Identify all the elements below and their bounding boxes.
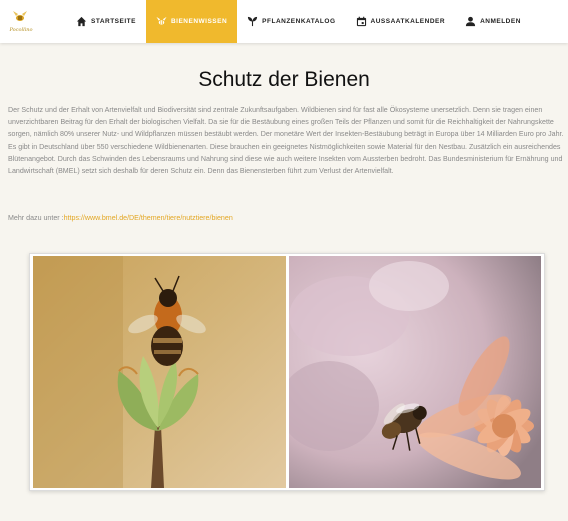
nav-item-pflanzenkatalog[interactable]: Pflanzenkatalog (237, 0, 345, 43)
bee-logo-icon (13, 11, 27, 21)
nav-label-anmelden: Anmelden (480, 18, 521, 25)
nav-label-startseite: Startseite (91, 18, 136, 25)
nav-label-aussaatkalender: Aussaatkalender (370, 18, 446, 25)
main-nav: Startseite Bienenwissen Pflanzenkatalog (66, 0, 531, 43)
top-navigation-bar: Pocollino Startseite Bienenwissen Pflanz… (0, 0, 568, 43)
bee-on-flower-illustration (289, 256, 541, 488)
nav-item-aussaatkalender[interactable]: Aussaatkalender (346, 0, 456, 43)
brand-logo[interactable]: Pocollino (8, 8, 33, 36)
bmel-link[interactable]: https://www.bmel.de/DE/themen/tiere/nutz… (64, 214, 233, 222)
bee-icon (156, 16, 167, 25)
calendar-icon (356, 16, 366, 27)
more-info-label: Mehr dazu unter : (8, 214, 64, 222)
bee-on-bud-photo (33, 256, 286, 488)
more-info-line: Mehr dazu unter :https://www.bmel.de/DE/… (8, 214, 233, 222)
nav-label-bienenwissen: Bienenwissen (170, 18, 228, 25)
plant-icon (248, 16, 258, 27)
brand-logo-text: Pocollino (9, 27, 33, 33)
bee-image-gallery (29, 253, 545, 491)
bee-on-bud-illustration (33, 256, 286, 488)
intro-paragraph: Der Schutz und der Erhalt von Artenvielf… (8, 106, 564, 176)
nav-item-anmelden[interactable]: Anmelden (455, 0, 531, 43)
nav-label-pflanzenkatalog: Pflanzenkatalog (262, 18, 336, 25)
home-icon (76, 16, 87, 27)
nav-item-startseite[interactable]: Startseite (66, 0, 146, 43)
nav-item-bienenwissen[interactable]: Bienenwissen (145, 0, 238, 43)
bee-on-flower-photo (289, 256, 541, 488)
page-title: Schutz der Bienen (198, 68, 370, 91)
user-icon (465, 16, 476, 27)
